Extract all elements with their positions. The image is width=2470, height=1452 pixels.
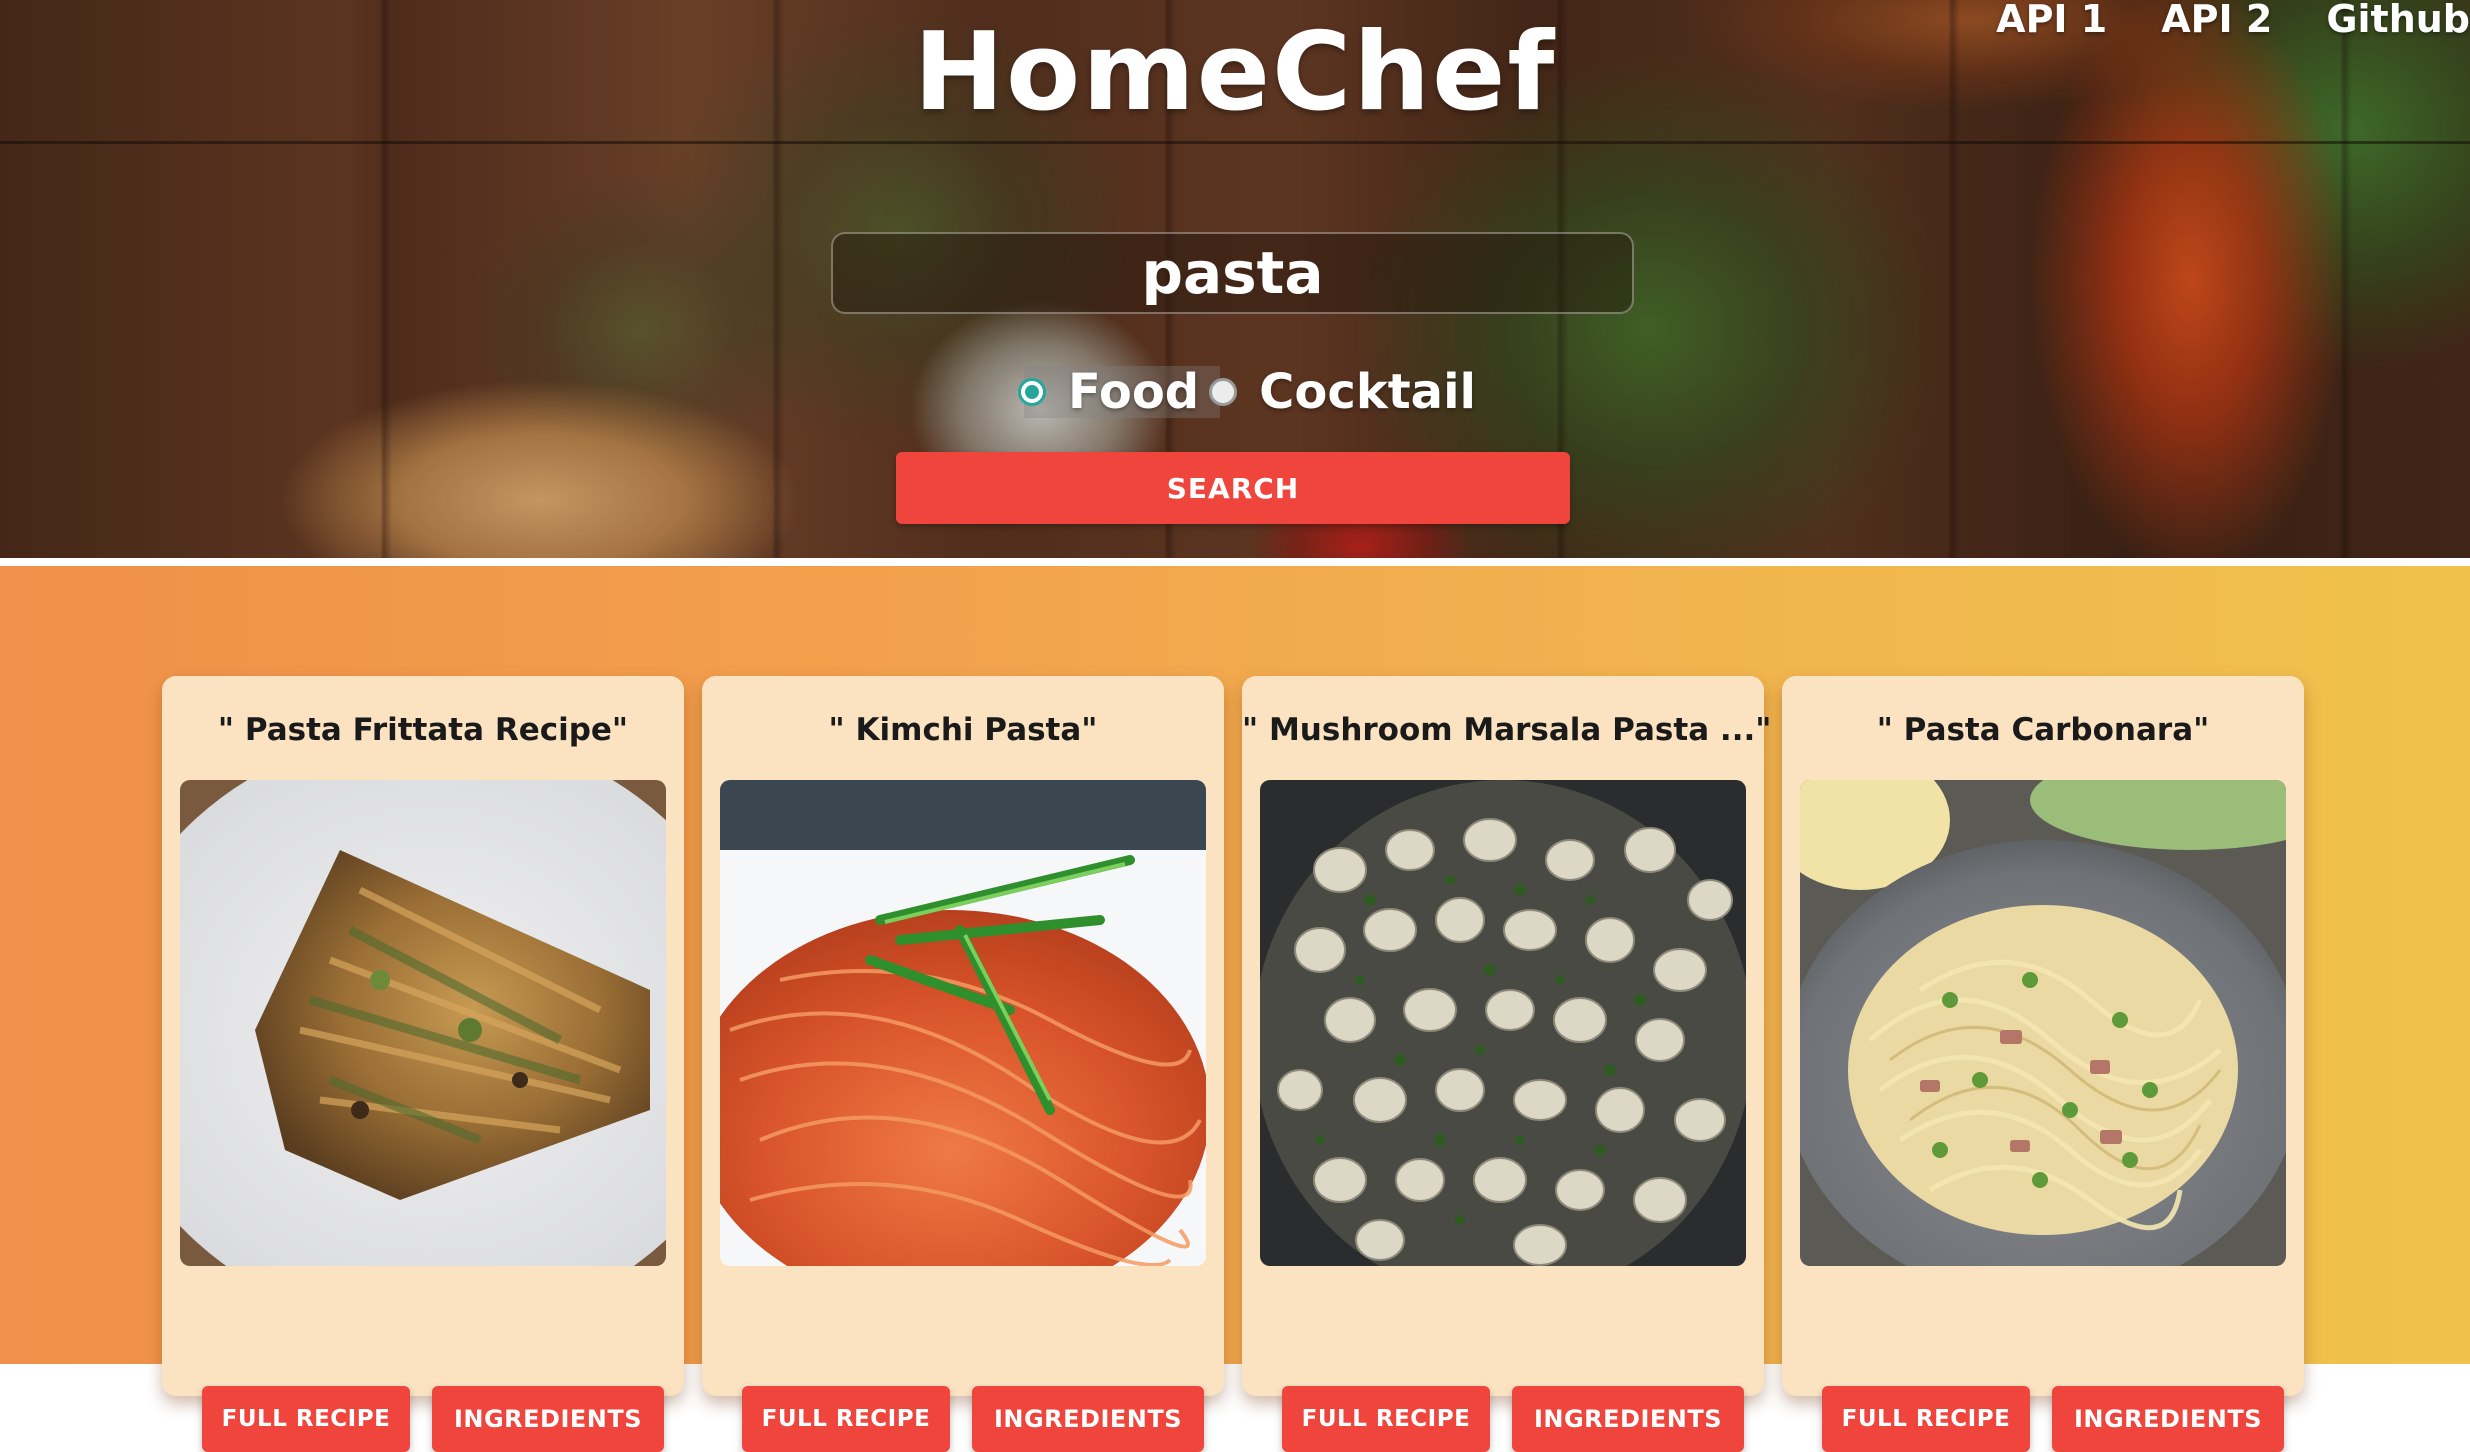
recipe-card: " Mushroom Marsala Pasta ..." FULL RECIP… [1242, 676, 1772, 1452]
ingredients-button[interactable]: INGREDIENTS [2052, 1386, 2284, 1452]
full-recipe-button[interactable]: FULL RECIPE [1282, 1386, 1490, 1452]
recipe-card: " Kimchi Pasta" FULL RECIPE INGREDIENTS [702, 676, 1224, 1452]
food-radio-label[interactable]: Food [1068, 364, 1199, 420]
recipe-card: " Pasta Carbonara" FULL RECIPE INGREDIEN… [1782, 676, 2304, 1452]
full-recipe-button[interactable]: FULL RECIPE [202, 1386, 410, 1452]
nav-link-github[interactable]: Github [2326, 0, 2470, 46]
search-input[interactable] [831, 232, 1634, 314]
recipe-title: " Kimchi Pasta" [828, 712, 1098, 748]
results-section: " Pasta Frittata Recipe" FULL RECIPE ING… [0, 566, 2470, 1452]
nav-link-api-1[interactable]: API 1 [1996, 0, 2107, 46]
full-recipe-button[interactable]: FULL RECIPE [742, 1386, 950, 1452]
search-type-radio-group: Food Cocktail [1018, 360, 1476, 424]
ingredients-button[interactable]: INGREDIENTS [1512, 1386, 1744, 1452]
mushroom-marsala-pasta-photo [1260, 780, 1746, 1266]
nav-link-api-2[interactable]: API 2 [2161, 0, 2272, 46]
section-divider [0, 558, 2470, 566]
pasta-frittata-photo [180, 780, 666, 1266]
header-divider [0, 141, 2470, 144]
recipe-title: " Pasta Carbonara" [1876, 712, 2210, 748]
recipe-card: " Pasta Frittata Recipe" FULL RECIPE ING… [162, 676, 684, 1452]
top-nav: API 1 API 2 Github [1996, 0, 2470, 46]
pasta-carbonara-photo [1800, 780, 2286, 1266]
brand-title: HomeChef [913, 10, 1557, 135]
recipe-image-pasta-carbonara[interactable] [1800, 780, 2286, 1266]
search-button[interactable]: SEARCH [896, 452, 1570, 524]
cocktail-radio[interactable] [1209, 378, 1238, 406]
recipe-image-mushroom-marsala-pasta[interactable] [1260, 780, 1746, 1266]
cocktail-radio-label[interactable]: Cocktail [1259, 364, 1476, 420]
recipe-title: " Pasta Frittata Recipe" [217, 712, 629, 748]
ingredients-button[interactable]: INGREDIENTS [972, 1386, 1204, 1452]
ingredients-button[interactable]: INGREDIENTS [432, 1386, 664, 1452]
recipe-title: " Mushroom Marsala Pasta ..." [1242, 712, 1772, 748]
full-recipe-button[interactable]: FULL RECIPE [1822, 1386, 2030, 1452]
food-radio[interactable] [1018, 378, 1046, 406]
hero-banner: HomeChef API 1 API 2 Github Food Cocktai… [0, 0, 2470, 558]
kimchi-pasta-photo [720, 780, 1206, 1266]
recipe-image-kimchi-pasta[interactable] [720, 780, 1206, 1266]
recipe-image-pasta-frittata[interactable] [180, 780, 666, 1266]
